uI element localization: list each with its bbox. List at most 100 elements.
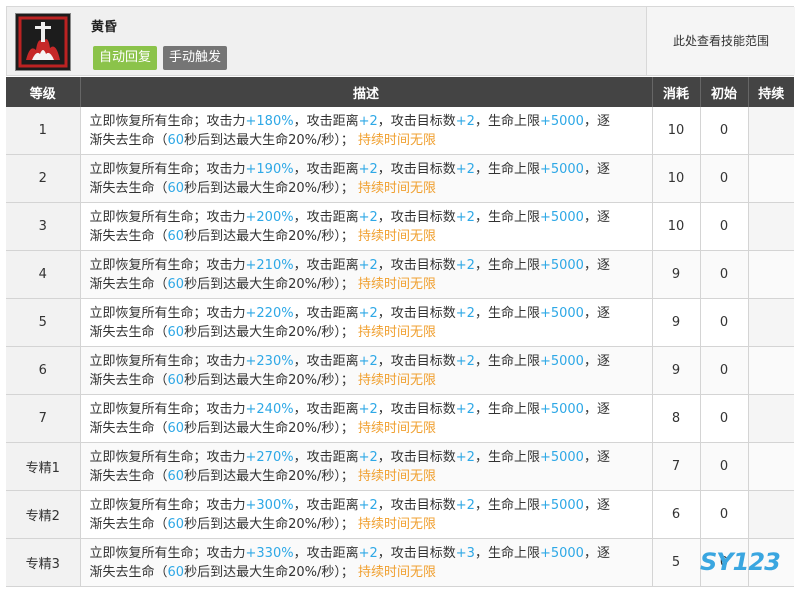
hp-value: +5000 xyxy=(539,257,584,273)
desc-text: 秒后到达最大生命20%/秒）； xyxy=(184,276,354,292)
desc-text: 渐失去生命（ xyxy=(89,372,168,388)
table-row: 2 立即恢复所有生命；攻击力+190%，攻击距离+2，攻击目标数+2，生命上限+5… xyxy=(6,154,794,203)
hp-value: +5000 xyxy=(539,353,584,369)
desc-text: ，生命上限 xyxy=(474,257,540,273)
desc-text: 立即恢复所有生命；攻击力 xyxy=(89,353,246,369)
col-duration: 持续 xyxy=(748,77,794,107)
level-cell: 6 xyxy=(6,346,81,395)
targets-value: +2 xyxy=(455,497,475,513)
desc-text: ，逐 xyxy=(583,353,610,369)
level-cell: 3 xyxy=(6,202,81,251)
seconds-value: 60 xyxy=(167,180,185,196)
skill-name: 黄昏 xyxy=(91,20,118,35)
targets-value: +2 xyxy=(455,257,475,273)
desc-text: 秒后到达最大生命20%/秒）； xyxy=(184,564,354,580)
desc-text: ，攻击距离 xyxy=(293,353,359,369)
desc-text: 渐失去生命（ xyxy=(89,324,168,340)
desc-text: 渐失去生命（ xyxy=(89,516,168,532)
duration-text: 持续时间无限 xyxy=(357,132,436,148)
desc-cell: 立即恢复所有生命；攻击力+240%，攻击距离+2，攻击目标数+2，生命上限+50… xyxy=(80,394,653,443)
desc-text: ，逐 xyxy=(583,449,610,465)
duration-text: 持续时间无限 xyxy=(357,468,436,484)
desc-text: ，攻击距离 xyxy=(293,401,359,417)
auto-recovery-tag: 自动回复 xyxy=(93,46,158,70)
hp-value: +5000 xyxy=(539,305,584,321)
duration-text: 持续时间无限 xyxy=(357,420,436,436)
desc-text: 渐失去生命（ xyxy=(89,276,168,292)
seconds-value: 60 xyxy=(167,132,185,148)
desc-text: ，攻击目标数 xyxy=(377,353,456,369)
desc-text: ，攻击距离 xyxy=(293,209,359,225)
duration-text: 持续时间无限 xyxy=(357,516,436,532)
desc-text: ，生命上限 xyxy=(474,401,540,417)
cost-cell: 5 xyxy=(652,538,701,587)
targets-value: +2 xyxy=(455,353,475,369)
desc-text: 渐失去生命（ xyxy=(89,468,168,484)
atk-value: +220% xyxy=(245,305,294,321)
cost-cell: 10 xyxy=(652,107,701,155)
table-row: 7 立即恢复所有生命；攻击力+240%，攻击距离+2，攻击目标数+2，生命上限+5… xyxy=(6,394,794,443)
table-header-row: 等级 描述 消耗 初始 持续 xyxy=(6,77,794,107)
desc-text: ，攻击目标数 xyxy=(377,209,456,225)
duration-text: 持续时间无限 xyxy=(357,324,436,340)
desc-text: 秒后到达最大生命20%/秒）； xyxy=(184,372,354,388)
col-cost: 消耗 xyxy=(652,77,701,107)
initial-cell: 0 xyxy=(700,346,749,395)
cost-cell: 9 xyxy=(652,250,701,299)
desc-text: 渐失去生命（ xyxy=(89,228,168,244)
table-row: 6 立即恢复所有生命；攻击力+230%，攻击距离+2，攻击目标数+2，生命上限+5… xyxy=(6,346,794,395)
hp-value: +5000 xyxy=(539,449,584,465)
desc-text: ，攻击距离 xyxy=(293,449,359,465)
targets-value: +2 xyxy=(455,305,475,321)
cost-cell: 10 xyxy=(652,202,701,251)
desc-text: ，攻击目标数 xyxy=(377,161,456,177)
hp-value: +5000 xyxy=(539,209,584,225)
seconds-value: 60 xyxy=(167,516,185,532)
duration-cell xyxy=(748,107,794,155)
desc-text: ，攻击目标数 xyxy=(377,305,456,321)
desc-text: 渐失去生命（ xyxy=(89,180,168,196)
range-value: +2 xyxy=(358,305,378,321)
initial-cell: 0 xyxy=(700,107,749,155)
desc-text: ，攻击距离 xyxy=(293,545,359,561)
range-value: +2 xyxy=(358,497,378,513)
atk-value: +330% xyxy=(245,545,294,561)
cost-cell: 7 xyxy=(652,442,701,491)
desc-text: ，逐 xyxy=(583,401,610,417)
initial-cell: 0 xyxy=(700,490,749,539)
duration-cell xyxy=(748,346,794,395)
desc-text: ，攻击距离 xyxy=(293,257,359,273)
atk-value: +240% xyxy=(245,401,294,417)
hp-value: +5000 xyxy=(539,161,584,177)
table-row: 4 立即恢复所有生命；攻击力+210%，攻击距离+2，攻击目标数+2，生命上限+5… xyxy=(6,250,794,299)
desc-text: ，生命上限 xyxy=(474,545,540,561)
desc-text: ，逐 xyxy=(583,113,610,129)
desc-text: ，逐 xyxy=(583,545,610,561)
desc-text: 立即恢复所有生命；攻击力 xyxy=(89,257,246,273)
col-level: 等级 xyxy=(6,77,81,107)
skill-range-link[interactable]: 此处查看技能范围 xyxy=(646,7,795,75)
range-value: +2 xyxy=(358,161,378,177)
desc-cell: 立即恢复所有生命；攻击力+180%，攻击距离+2，攻击目标数+2，生命上限+50… xyxy=(80,107,653,155)
seconds-value: 60 xyxy=(167,228,185,244)
level-cell: 5 xyxy=(6,298,81,347)
range-value: +2 xyxy=(358,209,378,225)
atk-value: +200% xyxy=(245,209,294,225)
targets-value: +2 xyxy=(455,113,475,129)
atk-value: +180% xyxy=(245,113,294,129)
desc-text: 立即恢复所有生命；攻击力 xyxy=(89,161,246,177)
desc-text: ，生命上限 xyxy=(474,113,540,129)
duration-cell xyxy=(748,490,794,539)
level-cell: 专精1 xyxy=(6,442,81,491)
hp-value: +5000 xyxy=(539,497,584,513)
desc-text: ，攻击目标数 xyxy=(377,401,456,417)
skill-header: 黄昏 自动回复 手动触发 此处查看技能范围 xyxy=(6,6,795,76)
desc-cell: 立即恢复所有生命；攻击力+200%，攻击距离+2，攻击目标数+2，生命上限+50… xyxy=(80,202,653,251)
seconds-value: 60 xyxy=(167,324,185,340)
table-row: 5 立即恢复所有生命；攻击力+220%，攻击距离+2，攻击目标数+2，生命上限+5… xyxy=(6,298,794,347)
skill-icon xyxy=(15,13,71,71)
desc-cell: 立即恢复所有生命；攻击力+270%，攻击距离+2，攻击目标数+2，生命上限+50… xyxy=(80,442,653,491)
targets-value: +3 xyxy=(455,545,475,561)
initial-cell: 0 xyxy=(700,202,749,251)
desc-text: ，攻击目标数 xyxy=(377,257,456,273)
